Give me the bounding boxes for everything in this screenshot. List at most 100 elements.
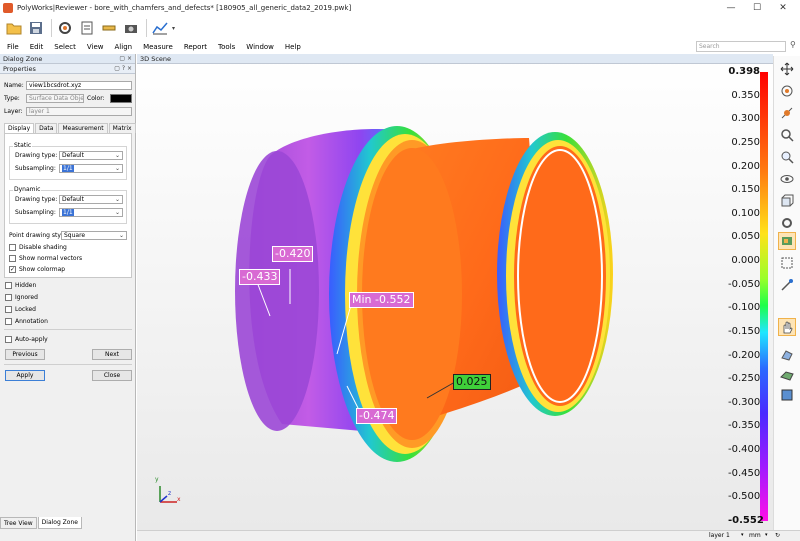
dynamic-drawing-type-select[interactable]: Default ⌄ (59, 195, 123, 204)
menu-window[interactable]: Window (246, 43, 274, 51)
shape-tool-icon[interactable] (778, 346, 796, 364)
static-drawing-type-select[interactable]: Default ⌄ (59, 151, 123, 160)
view-icon[interactable] (778, 170, 796, 188)
refresh-icon[interactable]: ↻ (775, 532, 780, 539)
point-cloud-render[interactable] (137, 54, 773, 530)
menu-align[interactable]: Align (115, 43, 133, 51)
deviation-label[interactable]: -0.433 (239, 269, 281, 285)
rotate-axis-icon[interactable] (778, 104, 796, 122)
menu-edit[interactable]: Edit (30, 43, 44, 51)
axis-z-label: z (168, 490, 172, 497)
divider (4, 329, 132, 330)
right-toolbar (773, 56, 800, 530)
apply-button[interactable]: Apply (5, 370, 45, 381)
measure-icon[interactable] (99, 18, 119, 38)
colormap-tick-label: 0.398 (728, 66, 760, 77)
toolbar-separator (146, 19, 147, 37)
tab-data[interactable]: Data (35, 123, 58, 133)
tab-matrix[interactable]: Matrix (108, 123, 136, 133)
zoom-icon[interactable] (778, 126, 796, 144)
static-subsampling-select[interactable]: 1/1 ⌄ (59, 164, 123, 173)
save-icon[interactable] (26, 18, 46, 38)
units-status[interactable]: mm (749, 532, 761, 539)
tab-tree-view[interactable]: Tree View (0, 517, 37, 529)
chevron-down-icon: ⌄ (114, 152, 120, 159)
min-deviation-label[interactable]: Min -0.552 (349, 292, 414, 308)
pin-help-close-icons[interactable]: ▢ ? × (114, 64, 132, 74)
show-normal-vectors-checkbox[interactable]: Show normal vectors (9, 255, 82, 262)
colormap-tick-label: -0.450 (728, 467, 761, 479)
pan-icon[interactable] (778, 60, 796, 78)
tab-dialog-zone[interactable]: Dialog Zone (37, 517, 82, 529)
menu-tools[interactable]: Tools (218, 43, 235, 51)
dynamic-label: Dynamic (13, 186, 42, 193)
locked-checkbox[interactable]: Locked (5, 306, 36, 313)
chart-icon[interactable] (150, 18, 170, 38)
next-button[interactable]: Next (92, 349, 132, 360)
tab-measurement[interactable]: Measurement (58, 123, 108, 133)
chevron-down-icon[interactable]: ▾ (741, 532, 744, 538)
auto-apply-checkbox[interactable]: Auto-apply (5, 336, 48, 343)
deviation-label-green[interactable]: 0.025 (453, 374, 491, 390)
ignored-checkbox[interactable]: Ignored (5, 294, 38, 301)
selection-mode-icon[interactable] (778, 232, 796, 250)
status-bar: layer 1 ▾ mm ▾ ↻ (137, 530, 800, 541)
previous-button[interactable]: Previous (5, 349, 45, 360)
colormap-tick-label: 0.050 (731, 231, 760, 243)
probe-icon[interactable] (778, 276, 796, 294)
cube-view-icon[interactable] (778, 192, 796, 210)
show-colormap-checkbox[interactable]: ✓ Show colormap (9, 266, 65, 273)
point-drawing-style-select[interactable]: Square ⌄ (61, 231, 127, 240)
deviation-label[interactable]: -0.474 (356, 408, 398, 424)
color-swatch[interactable] (110, 94, 132, 103)
chevron-down-icon: ⌄ (118, 232, 124, 239)
close-button[interactable]: ✕ (770, 0, 796, 16)
divider (4, 364, 132, 365)
hidden-checkbox[interactable]: Hidden (5, 282, 36, 289)
chevron-down-icon[interactable]: ▾ (765, 532, 768, 538)
properties-header: Properties ▢ ? × (0, 64, 135, 74)
menu-view[interactable]: View (87, 43, 104, 51)
menu-measure[interactable]: Measure (143, 43, 173, 51)
gear-view-icon[interactable] (778, 214, 796, 232)
hand-tool-icon[interactable] (778, 318, 796, 336)
settings-icon[interactable] (55, 18, 75, 38)
minimize-button[interactable]: — (718, 0, 744, 16)
menu-report[interactable]: Report (184, 43, 207, 51)
document-icon[interactable] (77, 18, 97, 38)
disable-shading-checkbox[interactable]: Disable shading (9, 244, 67, 251)
screenshot-icon[interactable] (121, 18, 141, 38)
colormap-tick-label: 0.250 (731, 136, 760, 148)
name-field[interactable]: view1bcsdrot.xyz (26, 81, 132, 90)
chevron-down-icon[interactable]: ▾ (172, 25, 175, 32)
open-icon[interactable] (4, 18, 24, 38)
rotate-icon[interactable] (778, 82, 796, 100)
search-input[interactable]: Search (696, 41, 786, 52)
colormap-tick-label: -0.250 (728, 373, 761, 385)
annotation-checkbox[interactable]: Annotation (5, 318, 48, 325)
layer-select[interactable]: layer 1 (26, 107, 132, 116)
menu-help[interactable]: Help (285, 43, 301, 51)
deviation-tool-icon[interactable] (778, 386, 796, 404)
tab-display[interactable]: Display (4, 123, 35, 133)
maximize-button[interactable]: ☐ (744, 0, 770, 16)
menu-file[interactable]: File (7, 43, 19, 51)
properties-title: Properties (3, 65, 36, 73)
colormap-tick-label: 0.350 (731, 89, 760, 101)
3d-scene-viewport[interactable] (137, 54, 773, 530)
app-logo-icon (3, 3, 13, 13)
colormap-tick-label: -0.100 (728, 302, 761, 314)
layer-status[interactable]: layer 1 (709, 532, 730, 539)
colormap-tick-label: -0.552 (728, 515, 764, 526)
close-dialog-button[interactable]: Close (92, 370, 132, 381)
deviation-label[interactable]: -0.420 (272, 246, 314, 262)
pin-close-icons[interactable]: ▢ × (119, 54, 132, 64)
display-tab-body: Static Drawing type: Default ⌄ Subsamplin… (4, 133, 132, 278)
surface-tool-icon[interactable] (778, 366, 796, 384)
select-tool-icon[interactable] (778, 254, 796, 272)
colormap-tick-label: -0.350 (728, 420, 761, 432)
dynamic-subsampling-select[interactable]: 1/1 ⌄ (59, 208, 123, 217)
zoom-fit-icon[interactable] (778, 148, 796, 166)
menu-select[interactable]: Select (54, 43, 76, 51)
search-icon[interactable]: ⚲ (790, 40, 796, 49)
